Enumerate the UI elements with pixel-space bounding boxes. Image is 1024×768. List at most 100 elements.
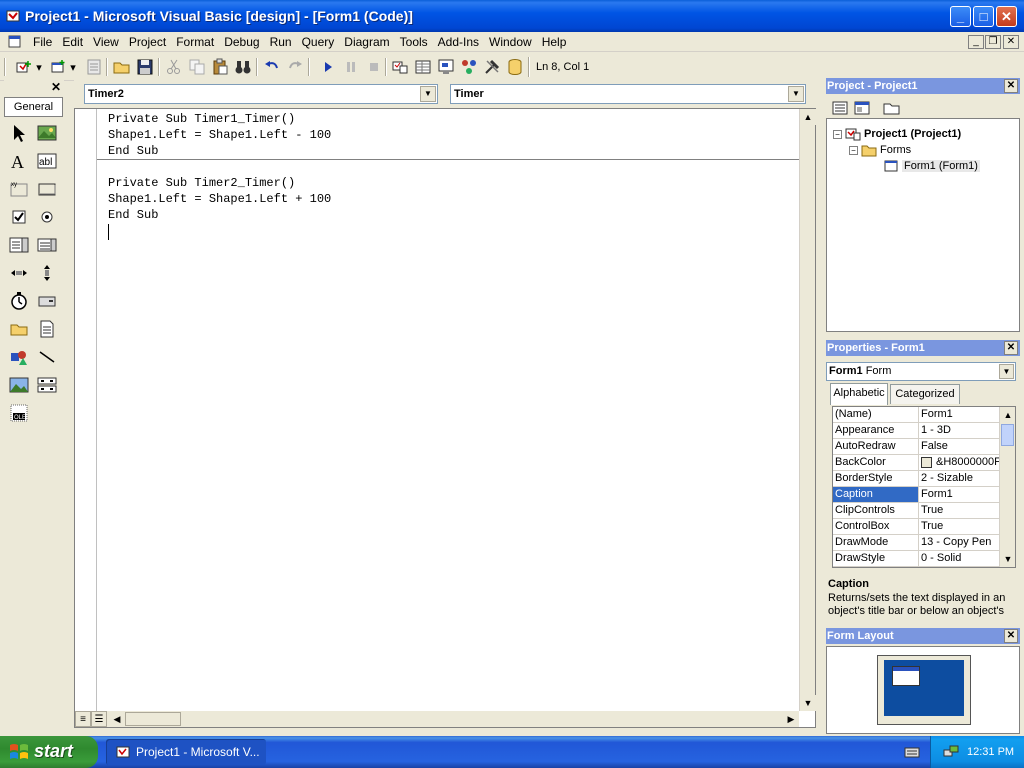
menu-tools[interactable]: Tools [395, 35, 433, 49]
project-explorer-button[interactable] [390, 57, 410, 77]
menu-add-ins[interactable]: Add-Ins [433, 35, 484, 49]
add-project-button[interactable] [14, 57, 34, 77]
properties-panel-close-button[interactable]: ✕ [1004, 341, 1018, 355]
start-button[interactable]: start [0, 736, 98, 768]
hscrollbar-tool-icon[interactable] [8, 262, 30, 284]
property-value[interactable]: 1 - 3D [919, 423, 1001, 438]
title-bar[interactable]: Project1 - Microsoft Visual Basic [desig… [0, 0, 1024, 32]
property-value[interactable]: Form1 [919, 487, 1001, 502]
view-object-button[interactable] [852, 98, 872, 118]
object-browser-button[interactable] [459, 57, 479, 77]
object-selector-combo[interactable]: Form1 Form ▼ [826, 362, 1016, 381]
tree-node-forms-folder[interactable]: − Forms [849, 143, 911, 157]
paste-button[interactable] [210, 57, 230, 77]
scroll-down-icon[interactable]: ▼ [800, 695, 816, 711]
menu-query[interactable]: Query [297, 35, 340, 49]
collapse-icon[interactable]: − [849, 145, 858, 155]
property-scroll-thumb[interactable] [1001, 424, 1014, 446]
procedure-combo[interactable]: Timer ▼ [450, 84, 806, 104]
optionbutton-tool-icon[interactable] [36, 206, 58, 228]
code-line[interactable]: End Sub [108, 144, 158, 158]
full-module-view-icon[interactable]: ☰ [91, 711, 107, 727]
project-panel-close-button[interactable]: ✕ [1004, 79, 1018, 93]
vscrollbar-tool-icon[interactable] [36, 262, 58, 284]
data-view-button[interactable] [505, 57, 525, 77]
property-row[interactable]: Appearance 1 - 3D [833, 423, 1001, 439]
picturebox-tool-icon[interactable] [36, 122, 58, 144]
menu-window[interactable]: Window [484, 35, 537, 49]
property-row[interactable]: AutoRedraw False [833, 439, 1001, 455]
code-line[interactable]: Shape1.Left = Shape1.Left - 100 [108, 128, 331, 142]
form-layout-panel-title[interactable]: Form Layout [826, 628, 1020, 644]
property-row[interactable]: BackColor &H8000000F [833, 455, 1001, 471]
vb-app-icon[interactable] [6, 8, 22, 24]
clock[interactable]: 12:31 PM [967, 746, 1014, 758]
tab-categorized[interactable]: Categorized [890, 384, 960, 404]
open-project-button[interactable] [112, 57, 132, 77]
filelistbox-tool-icon[interactable] [36, 318, 58, 340]
mdi-minimize-button[interactable]: _ [968, 35, 984, 49]
drivelistbox-tool-icon[interactable] [36, 290, 58, 312]
scroll-down-icon[interactable]: ▼ [1000, 551, 1015, 567]
maximize-button[interactable]: □ [973, 6, 994, 27]
label-tool-icon[interactable]: A [8, 150, 30, 172]
frame-tool-icon[interactable]: xy [8, 178, 30, 200]
undo-button[interactable] [262, 57, 282, 77]
toolbox-close-button[interactable]: ✕ [49, 80, 63, 94]
listbox-tool-icon[interactable] [36, 234, 58, 256]
break-button[interactable] [341, 57, 361, 77]
property-value[interactable]: True [919, 519, 1001, 534]
toolbox-button[interactable] [482, 57, 502, 77]
dirlistbox-tool-icon[interactable] [8, 318, 30, 340]
code-line[interactable]: End Sub [108, 208, 158, 222]
properties-window-button[interactable] [413, 57, 433, 77]
property-row[interactable]: DrawMode 13 - Copy Pen [833, 535, 1001, 551]
property-row-selected[interactable]: Caption Form1 [833, 487, 1001, 503]
menu-project[interactable]: Project [124, 35, 171, 49]
add-project-dropdown-icon[interactable]: ▾ [34, 57, 44, 77]
mdi-close-button[interactable]: ✕ [1003, 35, 1019, 49]
tree-node-form1[interactable]: Form1 (Form1) [883, 159, 980, 173]
tree-node-project[interactable]: − Project1 (Project1) [833, 127, 961, 141]
project-panel-title[interactable]: Project - Project1 [826, 78, 1020, 94]
property-value[interactable]: 0 - Solid [919, 551, 1001, 566]
code-line[interactable]: Private Sub Timer2_Timer() [108, 176, 295, 190]
menu-file[interactable]: File [28, 35, 57, 49]
textbox-tool-icon[interactable]: abl [36, 150, 58, 172]
close-button[interactable]: ✕ [996, 6, 1017, 27]
network-icon[interactable] [943, 744, 959, 760]
menu-format[interactable]: Format [171, 35, 219, 49]
menu-editor-button[interactable] [84, 57, 104, 77]
horizontal-scroll-thumb[interactable] [125, 712, 181, 726]
chevron-down-icon[interactable]: ▼ [788, 86, 804, 102]
property-value[interactable]: &H8000000F [919, 455, 1001, 470]
mdi-restore-button[interactable]: ❐ [985, 35, 1001, 49]
property-value[interactable]: 13 - Copy Pen [919, 535, 1001, 550]
chevron-down-icon[interactable]: ▼ [420, 86, 436, 102]
property-row[interactable]: DrawStyle 0 - Solid [833, 551, 1001, 567]
scroll-up-icon[interactable]: ▲ [800, 109, 816, 125]
property-value[interactable]: 2 - Sizable [919, 471, 1001, 486]
menu-edit[interactable]: Edit [57, 35, 88, 49]
property-value[interactable]: Form1 [919, 407, 1001, 422]
scroll-left-icon[interactable]: ◀ [109, 711, 125, 727]
commandbutton-tool-icon[interactable] [36, 178, 58, 200]
combobox-tool-icon[interactable] [8, 234, 30, 256]
menu-help[interactable]: Help [537, 35, 572, 49]
property-row[interactable]: ClipControls True [833, 503, 1001, 519]
redo-button[interactable] [285, 57, 305, 77]
pointer-tool-icon[interactable] [8, 122, 30, 144]
menu-run[interactable]: Run [265, 35, 297, 49]
scroll-up-icon[interactable]: ▲ [1000, 407, 1015, 423]
property-value[interactable]: True [919, 503, 1001, 518]
menu-debug[interactable]: Debug [219, 35, 264, 49]
cut-button[interactable] [164, 57, 184, 77]
form-layout-button[interactable] [436, 57, 456, 77]
margin-indicator-bar[interactable] [75, 109, 97, 727]
find-button[interactable] [233, 57, 253, 77]
toolbox-general-tab[interactable]: General [4, 97, 63, 117]
add-form-button[interactable] [48, 57, 68, 77]
form-layout-close-button[interactable]: ✕ [1004, 629, 1018, 643]
end-button[interactable] [364, 57, 384, 77]
taskbar-item-vb[interactable]: Project1 - Microsoft V... [106, 739, 266, 765]
